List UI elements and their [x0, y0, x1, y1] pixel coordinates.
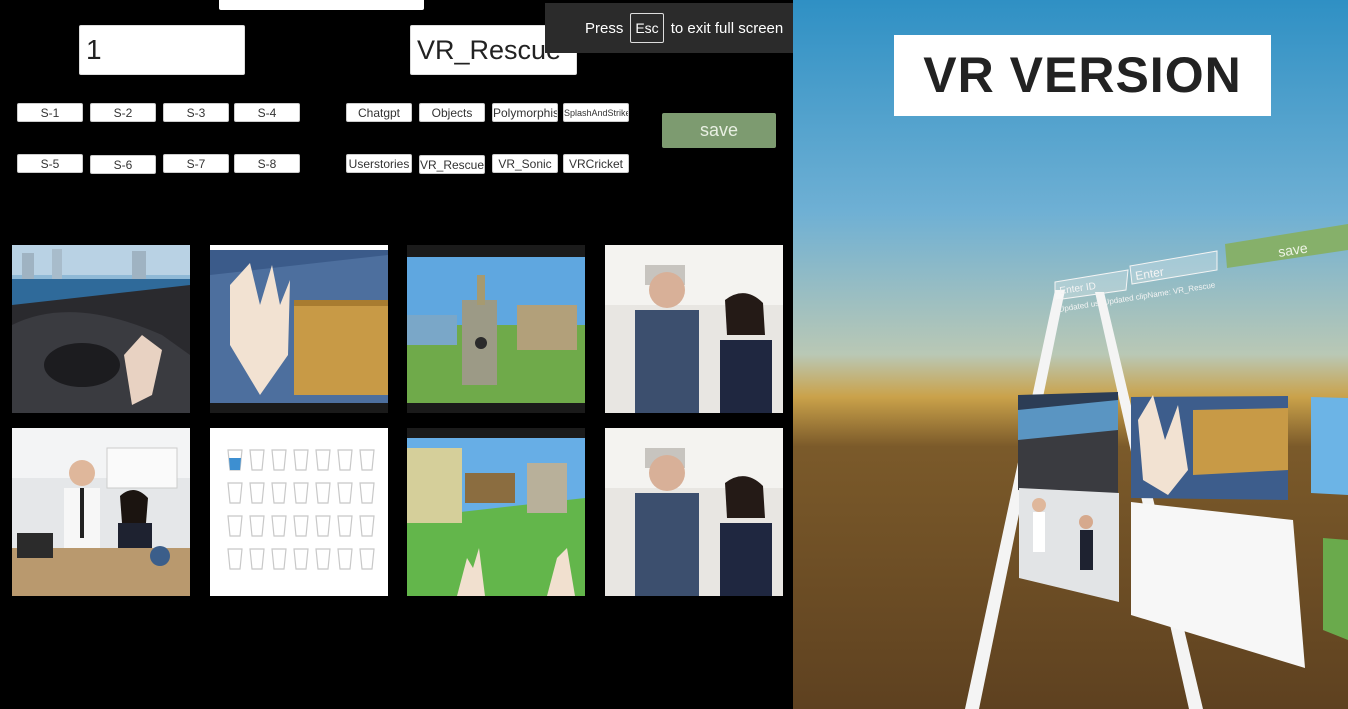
- thumbnail-car-interior[interactable]: [12, 245, 190, 413]
- thumbnail-vr-tower-world[interactable]: [407, 245, 585, 413]
- clip-button-userstories[interactable]: Userstories: [346, 154, 412, 173]
- desktop-panel: S-1 S-2 S-3 S-4 S-5 S-6 S-7 S-8 Chatgpt …: [0, 0, 793, 709]
- vr-thumbnail-cups: [1131, 502, 1305, 668]
- save-button[interactable]: save: [662, 113, 776, 148]
- esc-key-badge: Esc: [630, 13, 664, 43]
- fullscreen-notice: Press Esc to exit full screen: [545, 3, 820, 53]
- vr-thumbnail-car: [1018, 392, 1118, 495]
- top-input-strip: [219, 0, 424, 10]
- session-button-6[interactable]: S-6: [90, 155, 156, 174]
- vr-save-button: save: [1225, 224, 1348, 268]
- user-id-input[interactable]: [79, 25, 245, 75]
- vr-clip-input: Enter: [1129, 250, 1218, 285]
- thumbnail-kitchen-presenters-2[interactable]: [605, 428, 783, 596]
- clip-button-vrcricket[interactable]: VRCricket: [563, 154, 629, 173]
- vr-view-panel: VR VERSION Enter ID Enter save Updated u…: [793, 0, 1348, 709]
- session-button-2[interactable]: S-2: [90, 103, 156, 122]
- vr-thumbnail-lab: [1019, 488, 1119, 602]
- clip-button-vr-sonic[interactable]: VR_Sonic: [492, 154, 558, 173]
- thumbnail-lab-presenters[interactable]: [12, 428, 190, 596]
- session-button-7[interactable]: S-7: [163, 154, 229, 173]
- thumbnail-vr-hand-board[interactable]: [210, 245, 388, 413]
- vr-thumbnail-hand: [1131, 395, 1288, 500]
- thumbnail-kitchen-presenters[interactable]: [605, 245, 783, 413]
- clip-button-objects[interactable]: Objects: [419, 103, 485, 122]
- clip-button-chatgpt[interactable]: Chatgpt: [346, 103, 412, 122]
- session-button-1[interactable]: S-1: [17, 103, 83, 122]
- clip-button-polymorphism[interactable]: Polymorphism: [492, 103, 558, 122]
- vr-thumbnail-partial: [1323, 538, 1348, 640]
- session-button-8[interactable]: S-8: [234, 154, 300, 173]
- vr-thumbnail-tower: [1311, 397, 1348, 495]
- thumbnail-vr-hands-field[interactable]: [407, 428, 585, 596]
- thumbnail-glass-cups[interactable]: [210, 428, 388, 596]
- notice-press-text: Press: [585, 19, 624, 37]
- session-button-4[interactable]: S-4: [234, 103, 300, 122]
- session-button-5[interactable]: S-5: [17, 154, 83, 173]
- clip-button-splashandstrike[interactable]: SplashAndStrike: [563, 103, 629, 122]
- svg-text:save: save: [1277, 240, 1309, 260]
- clip-button-vr-rescue[interactable]: VR_Rescue: [419, 155, 485, 174]
- vr-scene: Enter ID Enter save Updated user Updated…: [965, 224, 1348, 709]
- notice-rest-text: to exit full screen: [670, 19, 784, 37]
- session-button-3[interactable]: S-3: [163, 103, 229, 122]
